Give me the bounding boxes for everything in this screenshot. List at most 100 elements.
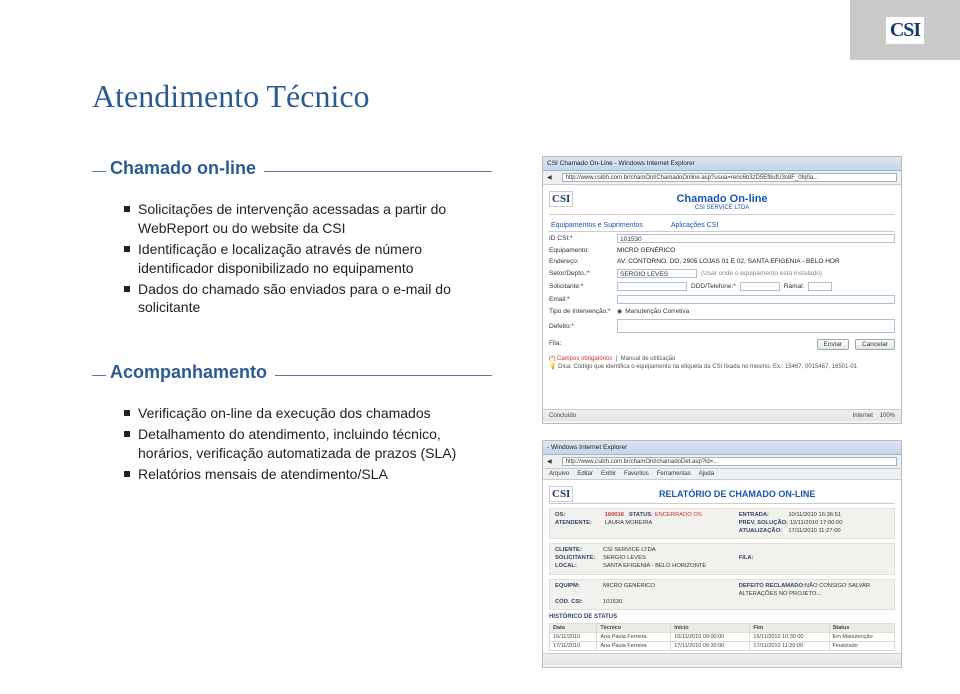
field-setor: SERGIO LEVES bbox=[617, 269, 697, 278]
footnote-manual: Manual de utilização bbox=[621, 356, 676, 362]
cell: Finalizado bbox=[829, 642, 894, 651]
hint-setor: (Usar onde o equipamento está instalado) bbox=[701, 270, 822, 277]
label-equipamento: Equipamento: bbox=[549, 247, 617, 254]
section-title-wrap: Chamado on-line bbox=[106, 158, 264, 179]
section-title: Chamado on-line bbox=[110, 158, 256, 178]
cell: Ana Paula Ferreira bbox=[597, 642, 671, 651]
button-enviar: Enviar bbox=[817, 339, 849, 350]
label-prev: PREV. SOLUÇÃO: bbox=[739, 520, 788, 528]
label-fila: FILA: bbox=[739, 555, 787, 563]
value-endereco: AV. CONTORNO, DO, 2905 LOJAS 01 E 02, SA… bbox=[617, 258, 895, 265]
label-cliente: CLIENTE: bbox=[555, 547, 603, 555]
bullet-list: Solicitações de intervenção acessadas a … bbox=[124, 200, 492, 317]
th-fim: Fim bbox=[750, 624, 829, 633]
list-item: Verificação on-line da execução dos cham… bbox=[124, 404, 492, 423]
cell: 17/11/2010 09:30:00 bbox=[671, 642, 750, 651]
url-field: http://www.csibh.com.br/chamOnl/ChamadoO… bbox=[562, 173, 897, 182]
list-item: Solicitações de intervenção acessadas a … bbox=[124, 200, 492, 238]
field-ddd bbox=[740, 282, 780, 291]
list-item: Identificação e localização através de n… bbox=[124, 240, 492, 278]
app-title: Chamado On-line bbox=[676, 193, 767, 205]
screenshot-relatorio: - Windows Internet Explorer ◀ http://www… bbox=[542, 440, 902, 668]
footnote: (*) Campos obrigatórios | Manual de util… bbox=[549, 356, 895, 372]
field-email bbox=[617, 295, 895, 304]
brand-band: CSI bbox=[850, 0, 960, 60]
label-os: OS: bbox=[555, 512, 603, 520]
section-title: Acompanhamento bbox=[110, 362, 267, 382]
value-equipm: MICRO GENÉRICO bbox=[603, 583, 655, 589]
label-solicitante: Solicitante:* bbox=[549, 283, 617, 290]
report-header: CSI RELATÓRIO DE CHAMADO ON-LINE bbox=[549, 484, 895, 504]
menu-exibir: Exibir bbox=[601, 471, 616, 477]
window-title: CSI Chamado On-Line - Windows Internet E… bbox=[547, 160, 695, 167]
app-body: CSI Chamado On-line CSI SERVICE LTDA Equ… bbox=[543, 185, 901, 409]
list-item: Detalhamento do atendimento, incluindo t… bbox=[124, 425, 492, 463]
field-ramal bbox=[808, 282, 832, 291]
th-data: Data bbox=[550, 624, 597, 633]
radio-label-manutencao: Manutenção Corretiva bbox=[625, 308, 689, 315]
back-icon: ◀ bbox=[547, 174, 552, 181]
label-local: LOCAL: bbox=[555, 563, 603, 571]
cell: Em Manutenção bbox=[829, 633, 894, 642]
cell: Ana Paula Ferreira bbox=[597, 633, 671, 642]
value-prev: 12/11/2010 17:00:00 bbox=[790, 520, 843, 526]
field-solicitante bbox=[617, 282, 687, 291]
section-title-wrap: Acompanhamento bbox=[106, 362, 275, 383]
window-title: - Windows Internet Explorer bbox=[547, 444, 627, 451]
report-body: CSI RELATÓRIO DE CHAMADO ON-LINE OS: 160… bbox=[543, 480, 901, 653]
label-atual: ATUALIZAÇÃO: bbox=[739, 528, 787, 536]
section-header: Chamado on-line bbox=[92, 158, 492, 186]
value-atendente: LAURA MOREIRA bbox=[605, 520, 653, 526]
screenshot-chamado-form: CSI Chamado On-Line - Windows Internet E… bbox=[542, 156, 902, 424]
button-cancelar: Cancelar bbox=[855, 339, 895, 350]
report-title: RELATÓRIO DE CHAMADO ON-LINE bbox=[579, 489, 895, 499]
list-item: Dados do chamado são enviados para o e-m… bbox=[124, 280, 492, 318]
label-setor: Setor/Depto.:* bbox=[549, 270, 617, 277]
menu-editar: Editar bbox=[577, 471, 593, 477]
url-field: http://www.csibh.com.br/chamOnl/chamadoD… bbox=[562, 457, 897, 466]
app-subtitle: CSI SERVICE LTDA bbox=[676, 205, 767, 211]
tab-aplicacoes: Aplicações CSI bbox=[671, 222, 718, 229]
statusbar bbox=[543, 653, 901, 665]
label-id-csi: ID CSI:* bbox=[549, 235, 617, 242]
value-cliente: CSI SERVICE LTDA bbox=[603, 547, 656, 553]
history-table: Data Técnico Início Fim Status 16/11/201… bbox=[549, 623, 895, 651]
list-item: Relatórios mensais de atendimento/SLA bbox=[124, 465, 492, 484]
cell: 17/11/2010 bbox=[550, 642, 597, 651]
tab-equipamentos: Equipamentos e Suprimentos bbox=[551, 222, 643, 229]
menu-favoritos: Favoritos bbox=[624, 471, 649, 477]
label-ramal: Ramal: bbox=[784, 283, 805, 290]
statusbar: Concluído Internet 100% bbox=[543, 409, 901, 421]
app-logo: CSI bbox=[549, 486, 573, 502]
label-ddd: DDD/Telefone:* bbox=[691, 283, 736, 290]
label-tipo: Tipo de Intervenção:* bbox=[549, 308, 617, 315]
menu-ferramentas: Ferramentas bbox=[657, 471, 691, 477]
label-status: STATUS: bbox=[629, 512, 653, 520]
label-equipm: EQUIPM: bbox=[555, 583, 603, 591]
value-local: SANTA EFIGENIA - BELO HORIZONTE bbox=[603, 563, 706, 569]
value-status: ENCERRADO OS bbox=[655, 512, 702, 518]
label-codcsi: CÓD. CSI: bbox=[555, 599, 603, 607]
table-row: 16/11/2010 Ana Paula Ferreira 16/11/2010… bbox=[550, 633, 895, 642]
menu-bar: Arquivo Editar Exibir Favoritos Ferramen… bbox=[543, 469, 901, 480]
field-defeito bbox=[617, 319, 895, 333]
th-inicio: Início bbox=[671, 624, 750, 633]
value-equipamento: MICRO GENÉRICO bbox=[617, 247, 895, 254]
cell: 17/11/2010 11:20:00 bbox=[750, 642, 829, 651]
brand-logo: CSI bbox=[885, 16, 925, 45]
address-bar: ◀ http://www.csibh.com.br/chamOnl/Chamad… bbox=[543, 171, 901, 185]
window-titlebar: - Windows Internet Explorer bbox=[543, 441, 901, 455]
field-id-csi: 101530 bbox=[617, 234, 895, 243]
info-box-cliente: CLIENTE:CSI SERVICE LTDA SOLICITANTE:SER… bbox=[549, 543, 895, 574]
menu-ajuda: Ajuda bbox=[699, 471, 714, 477]
footnote-tip: Dica: Código que identifica o equipament… bbox=[558, 364, 857, 370]
value-solic: SERGIO LEVES bbox=[603, 555, 646, 561]
label-defrecl: DEFEITO RECLAMADO: bbox=[739, 583, 805, 591]
status-zone: Internet bbox=[853, 413, 873, 419]
label-endereco: Endereço: bbox=[549, 258, 617, 265]
label-defeito: Defeito:* bbox=[549, 323, 617, 330]
tab-row: Equipamentos e Suprimentos Aplicações CS… bbox=[549, 219, 895, 232]
info-box-os: OS: 160016 STATUS: ENCERRADO OS ENTRADA:… bbox=[549, 508, 895, 539]
app-header: CSI Chamado On-line CSI SERVICE LTDA bbox=[549, 189, 895, 215]
address-bar: ◀ http://www.csibh.com.br/chamOnl/chamad… bbox=[543, 455, 901, 469]
